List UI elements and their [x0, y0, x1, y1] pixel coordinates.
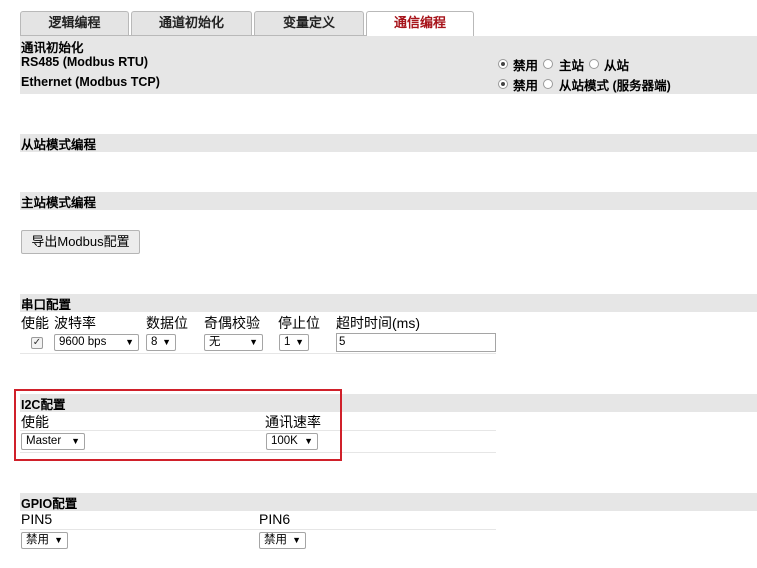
ethernet-disable-label: 禁用	[513, 79, 539, 93]
rs485-disable-label: 禁用	[513, 59, 539, 73]
comm-init-title: 通讯初始化	[21, 41, 84, 55]
tab-logic-programming[interactable]: 逻辑编程	[20, 11, 129, 35]
serial-baud-header: 波特率	[54, 315, 96, 331]
chevron-down-icon: ▼	[162, 337, 171, 347]
master-programming-header	[20, 192, 757, 210]
gpio-pin6-value: 禁用	[264, 534, 287, 546]
tab-comm-programming[interactable]: 通信编程	[366, 11, 474, 36]
gpio-pin6-label: PIN6	[259, 511, 291, 527]
serial-parity-header: 奇偶校验	[204, 315, 260, 331]
serial-databits-value: 8	[151, 336, 158, 348]
chevron-down-icon: ▼	[295, 337, 304, 347]
serial-stopbits-select[interactable]: 1 ▼	[279, 334, 309, 351]
gpio-pin5-value: 禁用	[26, 534, 49, 546]
rs485-disable-radio[interactable]	[498, 59, 508, 69]
serial-stopbits-value: 1	[284, 336, 291, 348]
serial-timeout-input[interactable]: 5	[336, 333, 496, 352]
check-icon: ✓	[32, 337, 42, 348]
slave-programming-title: 从站模式编程	[21, 138, 97, 152]
rs485-label: RS485 (Modbus RTU)	[21, 55, 149, 69]
rs485-master-label: 主站	[559, 59, 585, 73]
highlight-box	[14, 389, 342, 461]
serial-timeout-header: 超时时间(ms)	[336, 315, 420, 331]
chevron-down-icon: ▼	[292, 535, 301, 545]
serial-databits-select[interactable]: 8 ▼	[146, 334, 176, 351]
chevron-down-icon: ▼	[249, 337, 258, 347]
ethernet-disable-radio[interactable]	[498, 79, 508, 89]
serial-databits-header: 数据位	[146, 315, 188, 331]
serial-parity-value: 无	[209, 336, 221, 348]
rs485-slave-radio[interactable]	[589, 59, 599, 69]
slave-programming-header	[20, 134, 757, 152]
ethernet-label: Ethernet (Modbus TCP)	[21, 75, 160, 89]
gpio-pin5-select[interactable]: 禁用 ▼	[21, 532, 68, 549]
serial-stopbits-header: 停止位	[278, 315, 320, 331]
gpio-config-title: GPIO配置	[21, 497, 78, 511]
serial-config-title: 串口配置	[21, 298, 72, 312]
serial-enable-checkbox[interactable]: ✓	[31, 337, 43, 349]
rs485-master-radio[interactable]	[543, 59, 553, 69]
master-programming-title: 主站模式编程	[21, 196, 97, 210]
gpio-pin5-label: PIN5	[21, 511, 53, 527]
ethernet-slave-mode-label: 从站模式 (服务器端)	[559, 79, 671, 93]
rs485-slave-label: 从站	[604, 59, 630, 73]
ethernet-slave-mode-radio[interactable]	[543, 79, 553, 89]
gpio-config-header	[20, 493, 757, 511]
serial-enable-header: 使能	[21, 315, 49, 331]
chevron-down-icon: ▼	[54, 535, 63, 545]
serial-baud-select[interactable]: 9600 bps ▼	[54, 334, 139, 351]
serial-parity-select[interactable]: 无 ▼	[204, 334, 263, 351]
export-modbus-config-button[interactable]: 导出Modbus配置	[21, 230, 140, 254]
gpio-pin6-select[interactable]: 禁用 ▼	[259, 532, 306, 549]
serial-baud-value: 9600 bps	[59, 336, 107, 348]
tab-channel-init[interactable]: 通道初始化	[131, 11, 252, 35]
gpio-row-divider	[20, 529, 496, 530]
chevron-down-icon: ▼	[125, 337, 134, 347]
serial-config-header	[20, 294, 757, 312]
tab-variable-definition[interactable]: 变量定义	[254, 11, 364, 35]
